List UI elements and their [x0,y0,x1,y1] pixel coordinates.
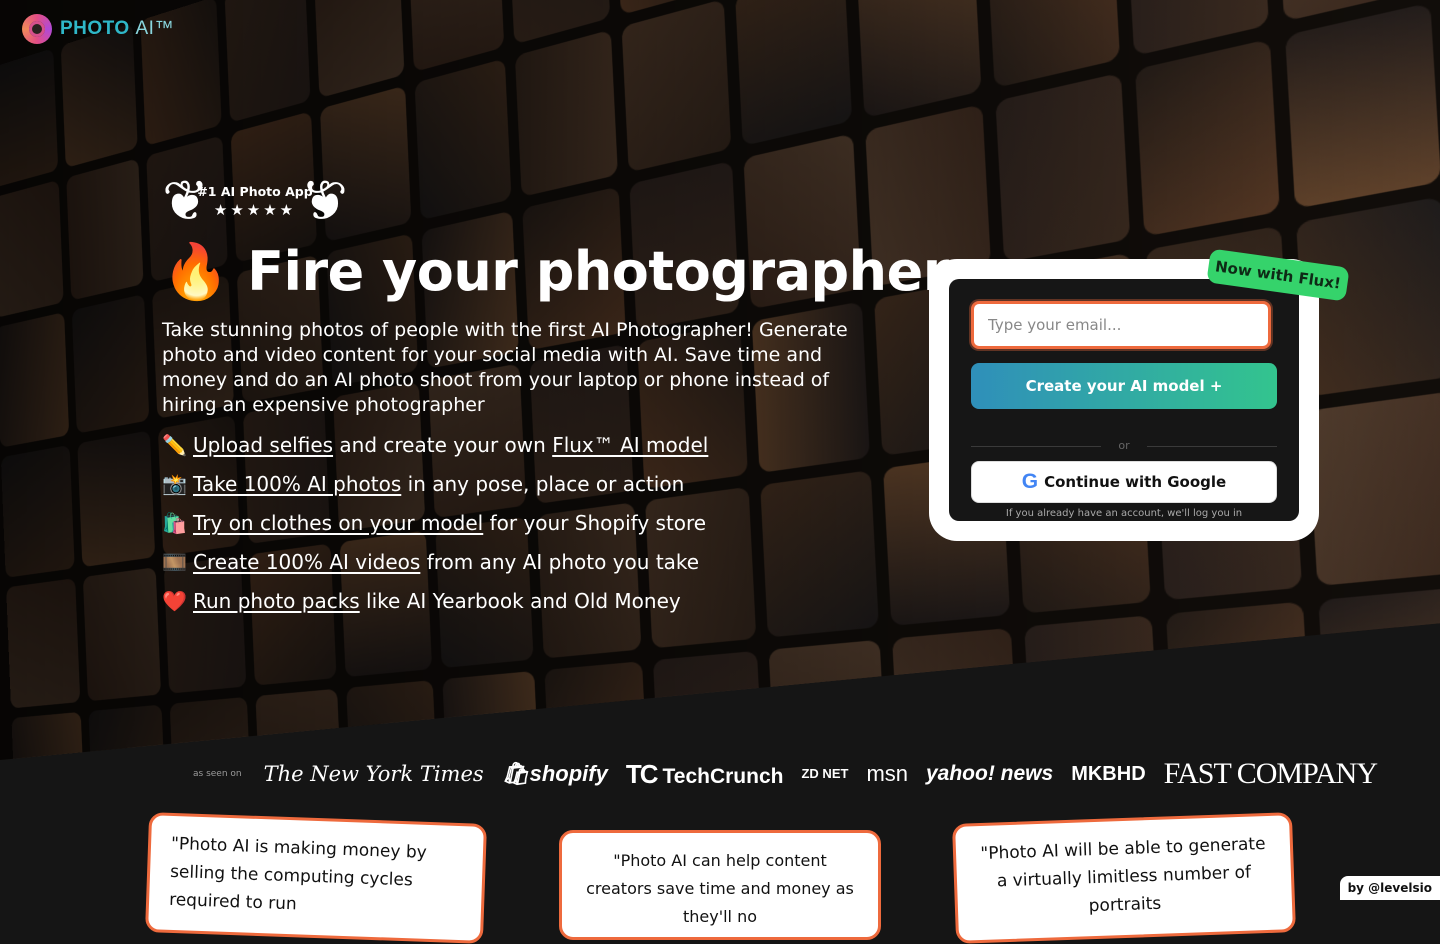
feature-item: ✏️ Upload selfies and create your own Flu… [162,430,708,469]
testimonial-card: "Photo AI will be able to generate a vir… [952,812,1296,944]
feature-text: like AI Yearbook and Old Money [359,589,681,613]
film-icon: 🎞️ [162,550,187,574]
try-on-clothes-link[interactable]: Try on clothes on your model [193,511,483,535]
logo[interactable]: PHOTO AI™ [22,14,174,44]
shopify-wordmark: shopify [529,761,608,786]
mkbhd-logo: MKBHD [1071,762,1146,785]
signup-form: Create your AI model + or G Continue wit… [949,279,1299,521]
camera-icon: 📸 [162,472,187,496]
author-credit-link[interactable]: by @levelsio [1339,876,1440,900]
photo-packs-link[interactable]: Run photo packs [193,589,360,613]
techcrunch-wordmark: TechCrunch [662,764,784,788]
create-model-button[interactable]: Create your AI model + [971,363,1277,409]
heart-icon: ❤️ [162,589,187,613]
feature-list: ✏️ Upload selfies and create your own Flu… [162,430,708,625]
yahoo-news-logo: yahoo! news [926,762,1054,785]
testimonial-card: "Photo AI is making money by selling the… [145,812,487,944]
feature-item: ❤️ Run photo packs like AI Yearbook and O… [162,586,708,625]
take-photos-link[interactable]: Take 100% AI photos [193,472,401,496]
feature-text: and create your own [333,433,553,457]
create-videos-link[interactable]: Create 100% AI videos [193,550,420,574]
nyt-logo: The New York Times [263,762,484,786]
or-divider: or [971,439,1277,453]
press-logos: as seen on The New York Times 🛍shopify T… [193,757,1378,790]
shopping-bag-icon: 🛍️ [162,511,187,535]
feature-item: 📸 Take 100% AI photos in any pose, place … [162,469,708,508]
headline-text: Fire your photographer [247,240,949,303]
divider-line [1147,446,1277,447]
logo-name: PHOTO [60,18,130,39]
techcrunch-logo: TC TechCrunch [626,759,784,790]
shopify-logo: 🛍shopify [501,761,608,786]
email-input[interactable] [971,301,1271,349]
fast-company-logo: FAST COMPANY [1163,757,1378,790]
google-signin-button[interactable]: G Continue with Google [971,461,1277,503]
msn-logo: msn [866,761,908,786]
page-title: 🔥 Fire your photographer [162,240,949,304]
signup-card: Create your AI model + or G Continue wit… [929,259,1319,541]
logo-icon [22,14,52,44]
award-title: #1 AI Photo App [197,184,313,199]
feature-item: 🛍️ Try on clothes on your model for your … [162,508,708,547]
hero-lead: Take stunning photos of people with the … [162,319,848,416]
feature-text: from any AI photo you take [420,550,700,574]
flux-model-link[interactable]: Flux™ AI model [552,433,708,457]
upload-selfies-link[interactable]: Upload selfies [193,433,333,457]
login-note: If you already have an account, we'll lo… [1005,508,1243,519]
rating-stars-icon: ★★★★★ [213,201,297,219]
pencil-icon: ✏️ [162,433,187,457]
logo-suffix: AI™ [135,18,174,39]
tc-mark-icon: TC [625,758,659,789]
feature-item: 🎞️ Create 100% AI videos from any AI phot… [162,547,708,586]
logo-text: PHOTO AI™ [60,18,174,40]
testimonial-card: "Photo AI can help content creators save… [559,830,881,940]
feature-text: for your Shopify store [483,511,707,535]
award-badge: ❦ ❦ #1 AI Photo App ★★★★★ [162,169,348,234]
feature-text: in any pose, place or action [401,472,685,496]
as-seen-on-label: as seen on [193,769,242,779]
google-label: Continue with Google [1044,473,1227,491]
zdnet-logo: ZD NET [801,766,849,781]
fire-icon: 🔥 [162,240,229,303]
google-icon: G [1021,470,1039,493]
